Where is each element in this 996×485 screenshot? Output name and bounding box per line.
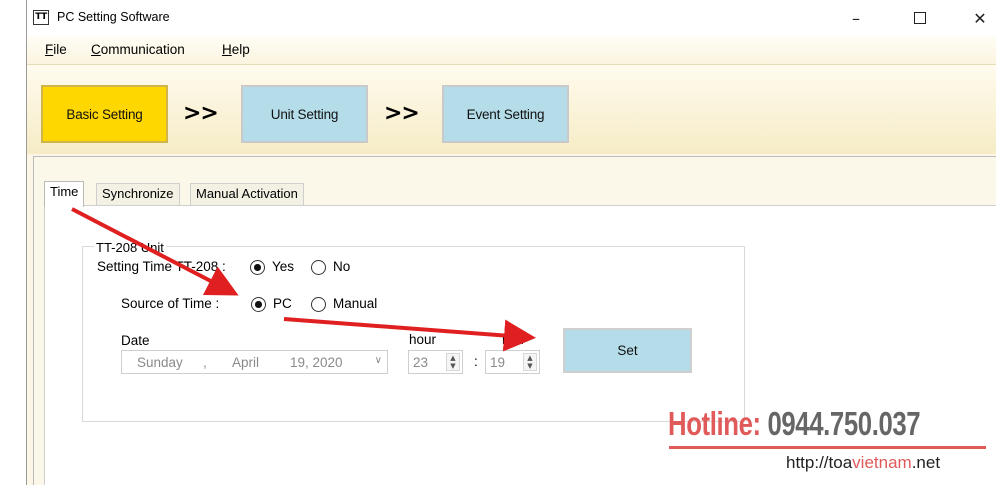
url-mid: vietnam: [852, 453, 912, 472]
menu-help-label: elp: [231, 42, 250, 57]
hour-label: hour: [409, 332, 437, 347]
time-tab-panel: TT-208 Unit Setting Time TT-208 : Yes No…: [44, 205, 996, 485]
minute-stepper[interactable]: 19 ▲ ▼: [485, 350, 540, 374]
chevron-down-icon[interactable]: ∨: [375, 355, 382, 366]
menu-bar: File Communication Help: [27, 36, 996, 64]
source-manual-label[interactable]: Manual: [333, 296, 377, 311]
date-weekday: Sunday: [137, 355, 183, 370]
spin-down-icon[interactable]: ▼: [447, 362, 459, 370]
app-icon: TT: [33, 10, 49, 25]
menu-help-mnemonic: H: [222, 42, 232, 57]
menu-file[interactable]: File: [45, 42, 67, 57]
tab-manual-activation[interactable]: Manual Activation: [190, 183, 304, 205]
menu-communication-mnemonic: C: [91, 42, 101, 57]
source-manual-radio[interactable]: [311, 297, 326, 312]
setting-no-radio[interactable]: [311, 260, 326, 275]
source-of-time-label: Source of Time :: [121, 296, 220, 311]
hour-stepper[interactable]: 23 ▲ ▼: [408, 350, 463, 374]
min-label: min: [502, 332, 524, 347]
website-watermark: http://toavietnam.net: [786, 453, 940, 473]
title-bar[interactable]: TT PC Setting Software – ✕: [27, 0, 996, 36]
spin-up-icon[interactable]: ▲: [447, 354, 459, 362]
date-picker[interactable]: Sunday , April 19, 2020 ∨: [121, 350, 388, 374]
menu-file-label: ile: [53, 42, 67, 57]
close-button[interactable]: ✕: [957, 0, 996, 36]
unit-setting-button[interactable]: Unit Setting: [241, 85, 368, 143]
group-title: TT-208 Unit: [94, 240, 166, 255]
source-pc-radio[interactable]: [251, 297, 266, 312]
basic-setting-button[interactable]: Basic Setting: [41, 85, 168, 143]
source-pc-label[interactable]: PC: [273, 296, 292, 311]
setting-no-label[interactable]: No: [333, 259, 350, 274]
maximize-icon: [914, 12, 926, 24]
date-separator: ,: [203, 355, 207, 370]
date-label: Date: [121, 333, 150, 348]
menu-communication-label: ommunication: [100, 42, 185, 57]
step-separator-1: >>: [183, 101, 219, 126]
minimize-button[interactable]: –: [833, 0, 879, 36]
menu-communication[interactable]: Communication: [91, 42, 185, 57]
spin-up-icon[interactable]: ▲: [524, 354, 536, 362]
setting-yes-radio[interactable]: [250, 260, 265, 275]
minute-value: 19: [490, 355, 506, 370]
step-toolbar: Basic Setting >> Unit Setting >> Event S…: [27, 64, 996, 154]
time-separator: :: [474, 354, 478, 369]
tab-time[interactable]: Time: [44, 181, 85, 207]
url-prefix: http://: [786, 453, 829, 472]
url-suffix: .net: [911, 453, 941, 472]
date-day-year: 19, 2020: [290, 355, 343, 370]
window-title: PC Setting Software: [57, 10, 170, 24]
date-month: April: [232, 355, 260, 370]
hour-value: 23: [413, 355, 429, 370]
maximize-button[interactable]: [897, 0, 943, 36]
hotline-number: 0944.750.037: [767, 405, 921, 442]
step-separator-2: >>: [384, 101, 420, 126]
hotline-underline: [669, 446, 986, 449]
set-button[interactable]: Set: [563, 328, 692, 373]
url-brand: toa: [828, 453, 853, 472]
spin-down-icon[interactable]: ▼: [524, 362, 536, 370]
setting-yes-label[interactable]: Yes: [272, 259, 294, 274]
hotline-label: Hotline:: [668, 405, 761, 442]
setting-time-label: Setting Time TT-208 :: [97, 259, 226, 274]
menu-file-mnemonic: F: [45, 42, 54, 57]
event-setting-button[interactable]: Event Setting: [442, 85, 569, 143]
menu-help[interactable]: Help: [222, 42, 250, 57]
hour-stepper-arrows[interactable]: ▲ ▼: [446, 353, 460, 371]
minute-stepper-arrows[interactable]: ▲ ▼: [523, 353, 537, 371]
tab-synchronize[interactable]: Synchronize: [96, 183, 180, 205]
hotline-watermark: Hotline: 0944.750.037: [668, 405, 921, 443]
